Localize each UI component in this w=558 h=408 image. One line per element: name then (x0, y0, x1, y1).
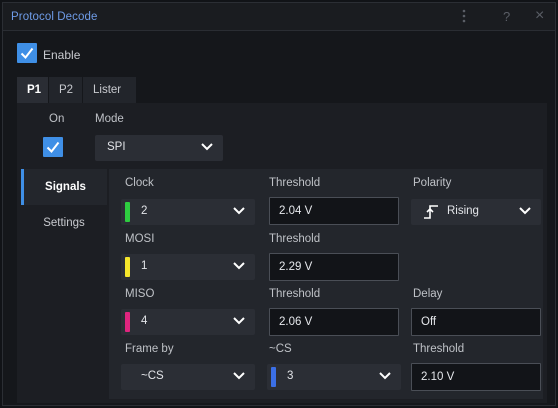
cs-threshold-input[interactable]: 2.10 V (411, 363, 541, 391)
tab-lister[interactable]: Lister (83, 77, 137, 103)
enable-row: Enable (17, 43, 80, 67)
chevron-down-icon (201, 143, 213, 151)
chevron-down-icon (233, 207, 245, 215)
subtab-signals[interactable]: Signals (21, 169, 107, 205)
close-icon[interactable]: × (535, 7, 544, 25)
tab-p2[interactable]: P2 (49, 77, 83, 103)
chevron-down-icon (233, 317, 245, 325)
on-label: On (49, 113, 65, 125)
miso-threshold-input[interactable]: 2.06 V (269, 308, 399, 336)
rising-edge-icon (424, 205, 438, 219)
clock-threshold-label: Threshold (269, 177, 321, 189)
window-title: Protocol Decode (11, 11, 98, 23)
sub-navigation: Signals Settings (21, 169, 107, 399)
cs-value: 3 (287, 370, 294, 382)
mosi-label: MOSI (125, 233, 155, 245)
clock-threshold-value: 2.04 V (279, 205, 313, 217)
subtab-settings[interactable]: Settings (21, 205, 107, 241)
polarity-value: Rising (447, 205, 479, 217)
cs-color-swatch (271, 367, 276, 387)
mosi-threshold-label: Threshold (269, 233, 321, 245)
enable-label: Enable (43, 48, 81, 62)
polarity-label: Polarity (413, 177, 452, 189)
protocol-decode-window: Protocol Decode ? × Enable P1 P2 Lister … (2, 2, 556, 406)
chevron-down-icon (233, 262, 245, 270)
help-icon[interactable]: ? (503, 9, 510, 24)
frame-by-label: Frame by (125, 343, 174, 355)
frame-by-select[interactable]: ~CS (121, 364, 255, 390)
mosi-threshold-input[interactable]: 2.29 V (269, 253, 399, 281)
clock-select[interactable]: 2 (121, 199, 255, 225)
delay-input[interactable]: Off (411, 308, 541, 336)
cs-select[interactable]: 3 (267, 364, 401, 390)
cs-threshold-label: Threshold (413, 343, 465, 355)
miso-threshold-value: 2.06 V (279, 316, 313, 328)
cs-label: ~CS (269, 343, 292, 355)
clock-color-swatch (125, 202, 130, 222)
clock-label: Clock (125, 177, 154, 189)
p1-panel: On Mode SPI Signals Settings Clock 2 Thr… (17, 103, 547, 403)
miso-threshold-label: Threshold (269, 288, 321, 300)
mode-label: Mode (95, 113, 124, 125)
on-checkbox[interactable] (43, 137, 63, 157)
mosi-color-swatch (125, 257, 130, 277)
tab-p1[interactable]: P1 (17, 77, 49, 103)
chevron-down-icon (519, 207, 531, 215)
mosi-select[interactable]: 1 (121, 254, 255, 280)
mosi-threshold-value: 2.29 V (279, 261, 313, 273)
mode-select[interactable]: SPI (95, 135, 223, 161)
polarity-select[interactable]: Rising (411, 199, 541, 225)
miso-value: 4 (141, 315, 148, 327)
delay-label: Delay (413, 288, 443, 300)
title-bar: Protocol Decode ? × (3, 3, 555, 31)
mosi-value: 1 (141, 260, 148, 272)
miso-select[interactable]: 4 (121, 309, 255, 335)
chevron-down-icon (233, 372, 245, 380)
frame-by-value: ~CS (141, 370, 164, 382)
miso-color-swatch (125, 312, 130, 332)
miso-label: MISO (125, 288, 155, 300)
chevron-down-icon (379, 372, 391, 380)
cs-threshold-value: 2.10 V (421, 371, 455, 383)
delay-value: Off (421, 316, 437, 328)
clock-threshold-input[interactable]: 2.04 V (269, 197, 399, 225)
enable-checkbox[interactable] (17, 43, 37, 63)
mode-value: SPI (107, 141, 126, 153)
protocol-tabs: P1 P2 Lister (17, 77, 547, 103)
more-vert-icon[interactable] (461, 9, 467, 26)
signals-content: Clock 2 Threshold 2.04 V Polarity Rising (109, 169, 543, 399)
clock-value: 2 (141, 205, 148, 217)
